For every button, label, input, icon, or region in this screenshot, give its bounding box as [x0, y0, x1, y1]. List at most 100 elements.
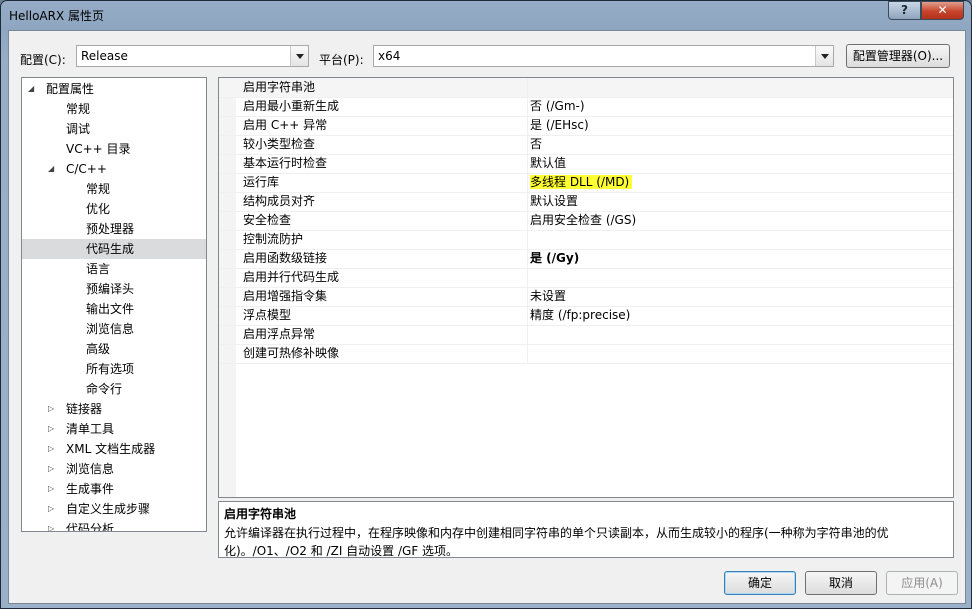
tree-item-label: 命令行 [86, 382, 123, 396]
tree-item-label: 浏览信息 [86, 322, 135, 336]
expand-arrow-icon[interactable]: ▷ [48, 499, 58, 519]
tree-item[interactable]: 浏览信息 [22, 319, 206, 339]
apply-button[interactable]: 应用(A) [886, 571, 958, 595]
tree-item[interactable]: 常规 [22, 99, 206, 119]
property-row[interactable]: 启用 C++ 异常 是 (/EHsc) [219, 116, 953, 136]
expand-arrow-icon[interactable]: ▷ [48, 519, 58, 531]
property-value[interactable]: 是 (/Gy) [530, 249, 579, 268]
property-name: 启用 C++ 异常 [243, 118, 328, 132]
tree-item[interactable]: ◢ C/C++ [22, 159, 206, 179]
tree-item[interactable]: 预编译头 [22, 279, 206, 299]
properties-dialog: HelloARX 属性页 ? ✕ 配置(C): Release 平台(P): x… [0, 0, 972, 609]
platform-select[interactable]: x64 [373, 45, 834, 67]
tree-item[interactable]: ▷ 生成事件 [22, 479, 206, 499]
property-row[interactable]: 基本运行时检查 默认值 [219, 154, 953, 174]
property-row[interactable]: 安全检查 启用安全检查 (/GS) [219, 211, 953, 231]
tree-item[interactable]: 优化 [22, 199, 206, 219]
tree-item[interactable]: 输出文件 [22, 299, 206, 319]
property-name: 安全检查 [243, 213, 292, 227]
description-panel: 启用字符串池 允许编译器在执行过程中，在程序映像和内存中创建相同字符串的单个只读… [218, 501, 954, 558]
property-name: 运行库 [243, 175, 280, 189]
column-divider [527, 135, 528, 154]
column-divider [527, 325, 528, 344]
cancel-button[interactable]: 取消 [805, 571, 877, 595]
property-value[interactable]: 精度 (/fp:precise) [530, 306, 630, 325]
column-divider [527, 116, 528, 135]
tree-item[interactable]: 语言 [22, 259, 206, 279]
tree-item[interactable]: VC++ 目录 [22, 139, 206, 159]
property-name: 创建可热修补映像 [243, 346, 340, 360]
property-row[interactable]: 结构成员对齐 默认设置 [219, 192, 953, 212]
window-title: HelloARX 属性页 [9, 9, 104, 23]
expand-arrow-icon[interactable]: ▷ [48, 439, 58, 459]
tree-item[interactable]: ▷ 清单工具 [22, 419, 206, 439]
tree-item-label: 自定义生成步骤 [66, 502, 151, 516]
tree-item[interactable]: ▷ 链接器 [22, 399, 206, 419]
column-divider [527, 306, 528, 325]
platform-select-value: x64 [378, 49, 401, 63]
tree-item[interactable]: 常规 [22, 179, 206, 199]
collapse-arrow-icon[interactable]: ◢ [28, 79, 38, 99]
tree-item-label: 浏览信息 [66, 462, 115, 476]
property-value[interactable]: 否 [530, 135, 542, 154]
tree-item[interactable]: 代码生成 [22, 239, 206, 259]
tree-item[interactable]: ▷ 自定义生成步骤 [22, 499, 206, 519]
property-row[interactable]: 启用浮点异常 [219, 325, 953, 345]
tree-item[interactable]: 预处理器 [22, 219, 206, 239]
tree-item-label: 清单工具 [66, 422, 115, 436]
column-divider [527, 154, 528, 173]
description-title: 启用字符串池 [224, 507, 297, 521]
column-divider [527, 173, 528, 192]
tree-item[interactable]: 命令行 [22, 379, 206, 399]
property-tree[interactable]: ◢ 配置属性 常规 调试 VC++ 目录 ◢ C/C++ 常规 优化 预处理器 代码生成 语言 预编译头… [21, 77, 207, 532]
property-row[interactable]: 控制流防护 [219, 230, 953, 250]
tree-item[interactable]: 所有选项 [22, 359, 206, 379]
expand-arrow-icon[interactable]: ▷ [48, 399, 58, 419]
tree-item-label: 代码分析 [66, 522, 115, 532]
property-value[interactable]: 启用安全检查 (/GS) [530, 211, 636, 230]
expand-arrow-icon[interactable]: ▷ [48, 419, 58, 439]
property-row[interactable]: 启用字符串池 [219, 78, 953, 98]
tree-item[interactable]: ▷ XML 文档生成器 [22, 439, 206, 459]
ok-button[interactable]: 确定 [724, 571, 796, 595]
property-row[interactable]: 启用并行代码生成 [219, 268, 953, 288]
property-value[interactable]: 否 (/Gm-) [530, 97, 585, 116]
property-row[interactable]: 创建可热修补映像 [219, 344, 953, 364]
tree-item[interactable]: 高级 [22, 339, 206, 359]
property-row[interactable]: 运行库 多线程 DLL (/MD) [219, 173, 953, 193]
property-value[interactable]: 默认值 [530, 154, 566, 173]
help-button[interactable]: ? [888, 1, 921, 20]
property-grid[interactable]: 启用字符串池 启用最小重新生成 否 (/Gm-) 启用 C++ 异常 是 (/EHsc)… [218, 77, 954, 498]
expand-arrow-icon[interactable]: ▷ [48, 479, 58, 499]
property-value[interactable]: 是 (/EHsc) [530, 116, 589, 135]
property-row[interactable]: 启用函数级链接 是 (/Gy) [219, 249, 953, 269]
property-row[interactable]: 启用增强指令集 未设置 [219, 287, 953, 307]
property-row[interactable]: 启用最小重新生成 否 (/Gm-) [219, 97, 953, 117]
title-bar[interactable]: HelloARX 属性页 ? ✕ [1, 1, 971, 29]
chevron-down-icon[interactable] [290, 46, 308, 66]
column-divider [527, 268, 528, 287]
tree-item-label: 常规 [86, 182, 111, 196]
tree-item[interactable]: ◢ 配置属性 [22, 79, 206, 99]
column-divider [527, 287, 528, 306]
property-value[interactable]: 多线程 DLL (/MD) [530, 173, 633, 192]
tree-item[interactable]: ▷ 浏览信息 [22, 459, 206, 479]
config-select[interactable]: Release [76, 45, 309, 67]
property-row[interactable]: 浮点模型 精度 (/fp:precise) [219, 306, 953, 326]
property-row[interactable]: 较小类型检查 否 [219, 135, 953, 155]
highlighted-value: 多线程 DLL (/MD) [530, 175, 633, 189]
property-value[interactable]: 默认设置 [530, 192, 578, 211]
tree-item-label: 预处理器 [86, 222, 135, 236]
chevron-down-icon[interactable] [815, 46, 833, 66]
tree-item[interactable]: ▷ 代码分析 [22, 519, 206, 532]
column-divider [527, 249, 528, 268]
expand-arrow-icon[interactable]: ▷ [48, 459, 58, 479]
property-value[interactable]: 未设置 [530, 287, 566, 306]
close-button[interactable]: ✕ [921, 1, 964, 20]
config-manager-button[interactable]: 配置管理器(O)... [846, 44, 950, 68]
column-divider [527, 97, 528, 116]
property-name: 启用浮点异常 [243, 327, 316, 341]
tree-item[interactable]: 调试 [22, 119, 206, 139]
collapse-arrow-icon[interactable]: ◢ [48, 159, 58, 179]
tree-item-label: 所有选项 [86, 362, 135, 376]
